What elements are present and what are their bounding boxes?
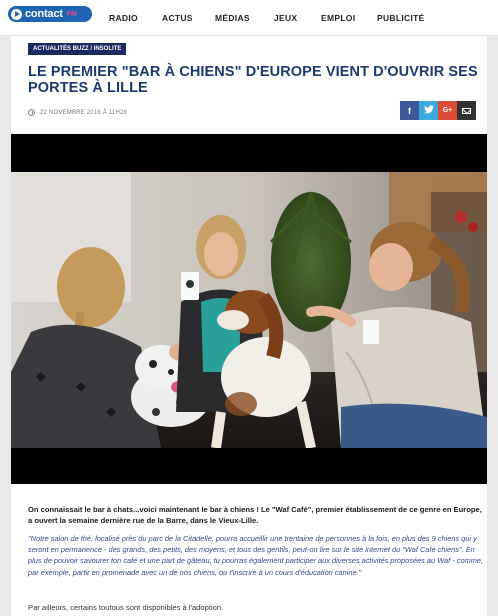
- article-title: LE PREMIER "BAR À CHIENS" D'EUROPE VIENT…: [28, 64, 478, 96]
- nav-item-jeux[interactable]: JEUX: [274, 13, 297, 23]
- nav-item-radio[interactable]: RADIO: [109, 13, 138, 23]
- article-date: 22 NOVEMBRE 2016 À 11H28: [40, 109, 128, 116]
- article-paragraph: Par ailleurs, certains toutous sont disp…: [28, 603, 224, 612]
- article-intro: On connaissait le bar à chats...voici ma…: [28, 505, 482, 525]
- article-card: ACTUALITÉS BUZZ / INSOLITE LE PREMIER "B…: [11, 36, 487, 616]
- share-email-button[interactable]: [457, 101, 476, 120]
- facebook-icon: f: [408, 105, 411, 116]
- contact-fm-logo[interactable]: contact FM: [8, 5, 92, 23]
- photo-illustration: [11, 172, 487, 448]
- article-date-row: 22 NOVEMBRE 2016 À 11H28: [28, 109, 127, 116]
- nav-item-emploi[interactable]: EMPLOI: [321, 13, 355, 23]
- share-facebook-button[interactable]: f: [400, 101, 419, 120]
- play-icon: [11, 8, 22, 20]
- article-media[interactable]: [11, 134, 487, 484]
- logo-text: contact: [25, 8, 63, 20]
- nav-item-actus[interactable]: ACTUS: [162, 13, 193, 23]
- article-quote: "Notre salon de thé, localisé près du pa…: [28, 534, 484, 577]
- nav-item-publicite[interactable]: PUBLICITÉ: [377, 13, 425, 23]
- top-navigation-bar: contact FM RADIO ACTUS MÉDIAS JEUX EMPLO…: [0, 0, 498, 36]
- share-twitter-button[interactable]: [419, 101, 438, 120]
- nav-item-medias[interactable]: MÉDIAS: [215, 13, 250, 23]
- email-icon: [462, 107, 471, 114]
- clock-icon: [28, 109, 35, 116]
- share-google-plus-button[interactable]: G+: [438, 101, 457, 120]
- google-plus-icon: G+: [442, 107, 453, 114]
- category-badge[interactable]: ACTUALITÉS BUZZ / INSOLITE: [28, 43, 127, 55]
- logo-badge: contact FM: [8, 6, 92, 22]
- logo-fm-text: FM: [66, 10, 77, 18]
- twitter-icon: [423, 105, 434, 116]
- article-photo: [11, 172, 487, 448]
